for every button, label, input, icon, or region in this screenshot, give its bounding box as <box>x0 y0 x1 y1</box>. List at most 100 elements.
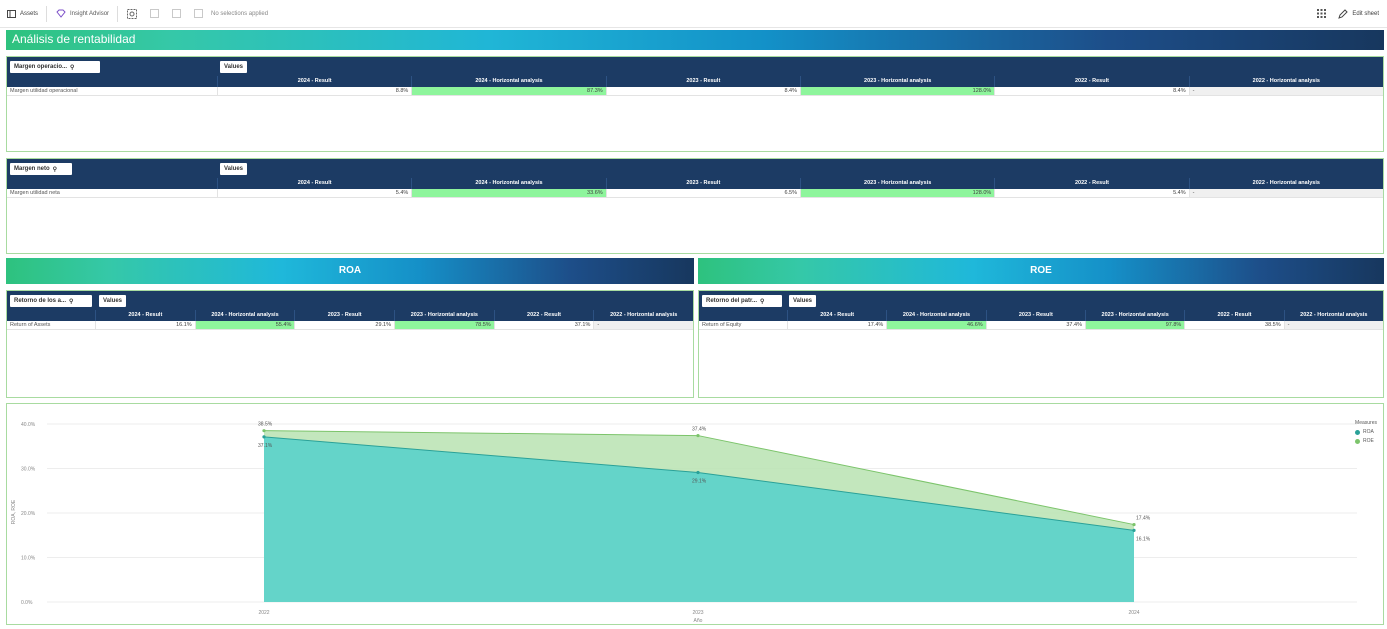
cell-value: 37.4% <box>985 321 1085 330</box>
column-header[interactable]: 2023 - Horizontal analysis <box>394 310 494 321</box>
header-corner <box>699 310 787 321</box>
cell-value: 78.5% <box>394 321 494 330</box>
step-back-button[interactable] <box>143 4 165 24</box>
cell-value: - <box>1188 189 1383 198</box>
dimension-button[interactable]: Margen operacio... ⚲ <box>10 61 100 73</box>
column-header[interactable]: 2024 - Result <box>217 76 411 87</box>
cell-value: 8.4% <box>994 87 1189 96</box>
dimension-label: Margen neto <box>14 166 50 172</box>
dimension-button[interactable]: Retorno del patr... ⚲ <box>702 295 782 307</box>
column-header[interactable]: 2023 - Result <box>605 76 800 87</box>
column-header[interactable]: 2022 - Result <box>994 76 1188 87</box>
step-forward-icon <box>170 8 182 20</box>
table-row: Return of Equity 17.4% 46.6% 37.4% 97.8%… <box>699 321 1383 330</box>
x-tick-label: 2024 <box>1128 610 1139 616</box>
chart-legend: Measures ROA ROE <box>1355 420 1377 444</box>
cell-value: 8.4% <box>605 87 800 96</box>
column-header[interactable]: 2022 - Horizontal analysis <box>1283 310 1383 321</box>
page-title: Análisis de rentabilidad <box>12 32 136 46</box>
row-label[interactable]: Margen utilidad neta <box>7 189 217 198</box>
cell-value: - <box>1188 87 1383 96</box>
insight-advisor-button[interactable]: Insight Advisor <box>50 4 114 24</box>
roe-data-label: 38.5% <box>258 422 273 428</box>
edit-sheet-button[interactable]: Edit sheet <box>1337 4 1379 24</box>
roa-data-label: 37.1% <box>258 443 273 449</box>
header-corner <box>7 178 217 189</box>
header-corner <box>7 76 217 87</box>
x-axis-label: Año <box>694 618 703 624</box>
column-header[interactable]: 2023 - Result <box>294 310 394 321</box>
cell-value: 6.5% <box>605 189 800 198</box>
pivot-header-row: 2024 - Result 2024 - Horizontal analysis… <box>7 310 693 321</box>
cell-value: 5.4% <box>994 189 1189 198</box>
legend-item-roe[interactable]: ROE <box>1355 438 1377 444</box>
pivot-header-row: 2024 - Result 2024 - Horizontal analysis… <box>7 178 1383 189</box>
column-header[interactable]: 2024 - Horizontal analysis <box>886 310 985 321</box>
values-button[interactable]: Values <box>99 295 127 307</box>
pivot-margen-neto: Margen neto ⚲ Values 2024 - Result 2024 … <box>6 158 1384 254</box>
smart-search-icon <box>126 8 138 20</box>
column-header[interactable]: 2024 - Horizontal analysis <box>411 178 605 189</box>
smart-search-button[interactable] <box>121 4 143 24</box>
cell-value: 8.8% <box>217 87 412 96</box>
search-icon: ⚲ <box>70 64 75 71</box>
y-tick-label: 40.0% <box>21 422 36 428</box>
roe-point <box>1132 522 1136 527</box>
column-header[interactable]: 2024 - Horizontal analysis <box>194 310 295 321</box>
roa-banner-title: ROA <box>338 265 362 276</box>
values-button[interactable]: Values <box>789 295 817 307</box>
column-header[interactable]: 2024 - Result <box>95 310 195 321</box>
row-label[interactable]: Return of Equity <box>699 321 787 330</box>
grid-icon[interactable] <box>1315 8 1327 20</box>
cell-value: 38.5% <box>1184 321 1284 330</box>
toolbar-divider <box>46 5 48 22</box>
assets-label: Assets <box>20 10 39 17</box>
values-button[interactable]: Values <box>220 163 248 175</box>
roe-banner-title: ROE <box>1030 265 1052 276</box>
cell-value: 33.6% <box>411 189 606 198</box>
column-header[interactable]: 2023 - Result <box>605 178 800 189</box>
values-button[interactable]: Values <box>220 61 248 73</box>
assets-icon <box>5 8 17 20</box>
column-header[interactable]: 2023 - Result <box>985 310 1085 321</box>
column-header[interactable]: 2023 - Horizontal analysis <box>799 76 994 87</box>
column-header[interactable]: 2023 - Horizontal analysis <box>799 178 994 189</box>
assets-button[interactable]: Assets <box>0 4 43 24</box>
pivot-header-row: 2024 - Result 2024 - Horizontal analysis… <box>699 310 1383 321</box>
row-label[interactable]: Return of Assets <box>7 321 95 330</box>
clear-selections-button[interactable] <box>187 4 209 24</box>
column-header[interactable]: 2022 - Result <box>994 178 1188 189</box>
legend-item-roa[interactable]: ROA <box>1355 429 1377 435</box>
y-tick-label: 30.0% <box>21 467 36 473</box>
dimension-button[interactable]: Margen neto ⚲ <box>10 163 72 175</box>
step-forward-button[interactable] <box>165 4 187 24</box>
x-tick-label: 2022 <box>258 610 269 616</box>
chart-canvas[interactable]: 0.0% 10.0% 20.0% 30.0% 40.0% ROA, ROE 2022 2023… <box>7 404 1383 624</box>
column-header[interactable]: 2022 - Horizontal analysis <box>1188 178 1383 189</box>
toolbar-divider <box>117 5 119 22</box>
column-header[interactable]: 2022 - Horizontal analysis <box>593 310 693 321</box>
column-header[interactable]: 2022 - Horizontal analysis <box>1188 76 1383 87</box>
clear-selections-icon <box>192 8 204 20</box>
cell-value: 128.0% <box>799 87 995 96</box>
pencil-icon <box>1337 8 1349 20</box>
roa-roe-area-chart: 0.0% 10.0% 20.0% 30.0% 40.0% ROA, ROE 2022 2023… <box>6 403 1384 625</box>
pivot-toolbar: Margen operacio... ⚲ Values <box>7 57 1383 76</box>
row-label[interactable]: Margen utilidad operacional <box>7 87 217 96</box>
column-header[interactable]: 2024 - Result <box>787 310 886 321</box>
dimension-button[interactable]: Retorno de los a... ⚲ <box>10 295 92 307</box>
roa-data-label: 29.1% <box>692 479 707 485</box>
column-header[interactable]: 2024 - Horizontal analysis <box>411 76 605 87</box>
roe-data-label: 37.4% <box>692 427 707 433</box>
column-header[interactable]: 2022 - Result <box>493 310 594 321</box>
column-header[interactable]: 2024 - Result <box>217 178 411 189</box>
legend-swatch <box>1355 438 1361 444</box>
insight-advisor-label: Insight Advisor <box>70 10 110 17</box>
search-icon: ⚲ <box>760 298 765 305</box>
pivot-header-row: 2024 - Result 2024 - Horizontal analysis… <box>7 76 1383 87</box>
column-header[interactable]: 2023 - Horizontal analysis <box>1084 310 1184 321</box>
cell-value: 97.8% <box>1084 321 1185 330</box>
column-header[interactable]: 2022 - Result <box>1184 310 1283 321</box>
pivot-roa: Retorno de los a... ⚲ Values 2024 - Resu… <box>6 290 694 398</box>
pivot-roe: Retorno del patr... ⚲ Values 2024 - Resu… <box>698 290 1384 398</box>
